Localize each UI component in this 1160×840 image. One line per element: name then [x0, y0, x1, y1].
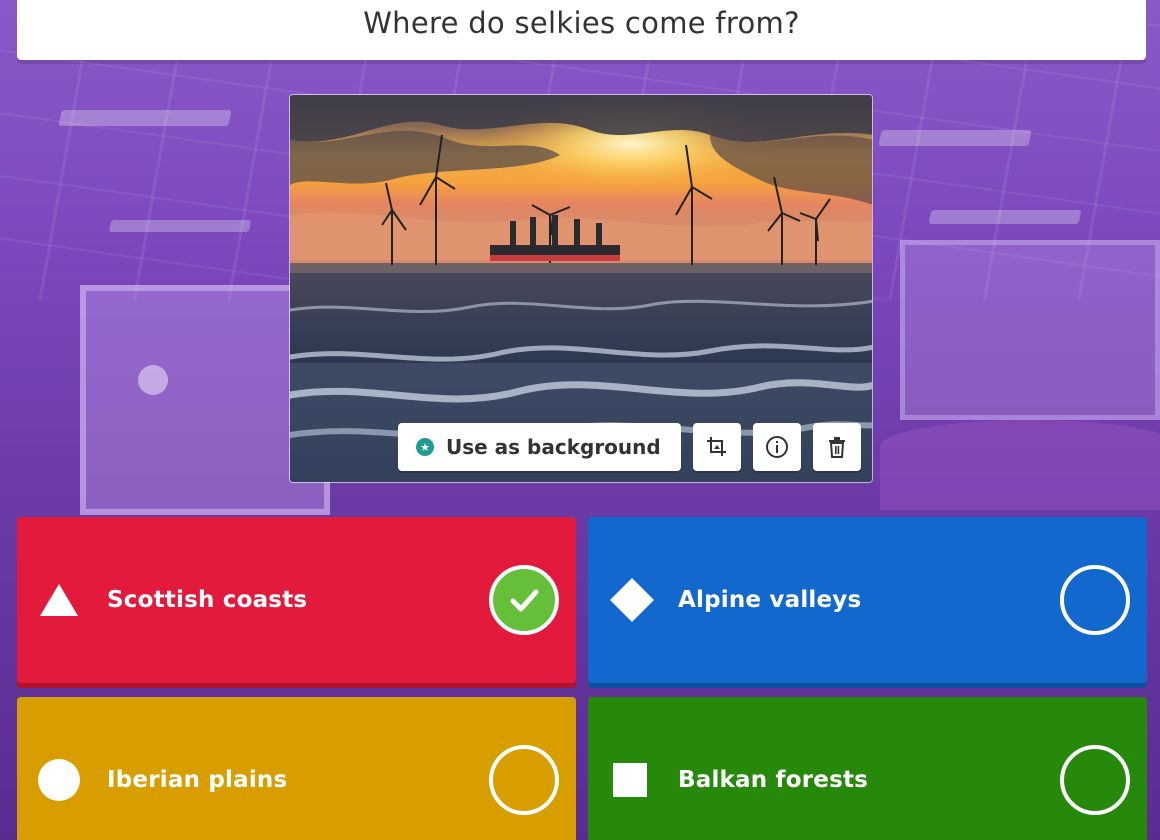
triangle-icon: [40, 584, 78, 616]
diamond-icon: [610, 578, 654, 622]
wall-clock: [138, 365, 168, 395]
use-as-background-button[interactable]: ★ Use as background: [398, 423, 681, 471]
star-badge-icon: ★: [416, 438, 434, 456]
trash-icon: [829, 437, 845, 458]
answer-option-4[interactable]: Balkan forests: [588, 697, 1147, 840]
square-icon: [613, 763, 647, 797]
window: [900, 240, 1160, 420]
delete-button[interactable]: [813, 423, 861, 471]
answer-option-3[interactable]: Iberian plains: [17, 697, 576, 840]
answer-text[interactable]: Scottish coasts: [107, 587, 307, 613]
image-toolbar: ★ Use as background: [398, 423, 861, 471]
ceiling-light: [878, 130, 1032, 146]
correct-answer-toggle[interactable]: [489, 745, 559, 815]
crop-icon: [707, 437, 726, 456]
crop-button[interactable]: [693, 423, 741, 471]
circle-icon: [38, 759, 80, 801]
answer-option-1[interactable]: Scottish coasts: [17, 517, 576, 683]
desk: [880, 420, 1160, 510]
info-button[interactable]: [753, 423, 801, 471]
answer-text[interactable]: Balkan forests: [678, 767, 868, 793]
use-as-background-label: Use as background: [446, 435, 661, 459]
answer-text[interactable]: Iberian plains: [107, 767, 287, 793]
ceiling-light: [58, 110, 232, 126]
answer-option-2[interactable]: Alpine valleys: [588, 517, 1147, 683]
info-icon: [766, 436, 788, 458]
correct-answer-toggle[interactable]: [1060, 745, 1130, 815]
question-title-bar[interactable]: Where do selkies come from?: [17, 0, 1146, 60]
answer-text[interactable]: Alpine valleys: [678, 587, 861, 613]
ceiling-light: [928, 210, 1082, 224]
correct-answer-toggle[interactable]: [1060, 565, 1130, 635]
question-text[interactable]: Where do selkies come from?: [363, 6, 800, 40]
checkmark-icon: [510, 589, 539, 612]
ceiling-light: [108, 220, 252, 232]
question-image: ★ Use as background: [289, 94, 873, 483]
correct-answer-toggle[interactable]: [489, 565, 559, 635]
